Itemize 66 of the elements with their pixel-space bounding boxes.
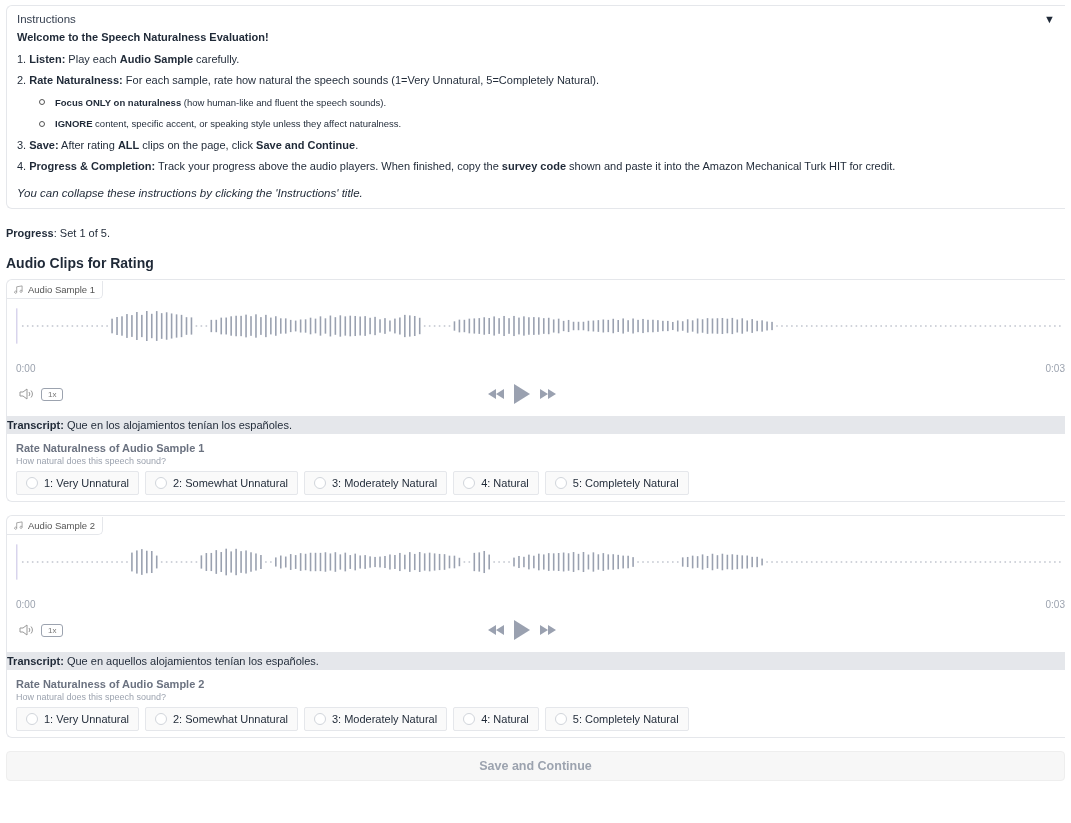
- option-label: 2: Somewhat Unnatural: [173, 477, 288, 489]
- time-start: 0:00: [16, 599, 36, 610]
- radio-button[interactable]: [554, 713, 567, 725]
- fast-forward-icon[interactable]: [540, 389, 557, 399]
- option-label: 5: Completely Natural: [572, 477, 679, 489]
- rating-option[interactable]: 4: Natural: [453, 471, 539, 495]
- radio-button[interactable]: [155, 713, 167, 725]
- fast-forward-icon[interactable]: [540, 625, 557, 635]
- radio-button[interactable]: [463, 477, 476, 489]
- rating-option[interactable]: 3: Moderately Natural: [303, 471, 448, 495]
- playback-speed-button[interactable]: 1x: [41, 623, 64, 637]
- radio-button[interactable]: [313, 477, 326, 489]
- instructions-title[interactable]: Instructions: [17, 13, 76, 25]
- rating-option[interactable]: 2: Somewhat Unnatural: [145, 471, 298, 495]
- bullet-item: IGNORE content, specific accent, or speaking style unless they affect naturalness.: [17, 117, 1055, 130]
- option-label: 2: Somewhat Unnatural: [173, 713, 288, 725]
- rating-option[interactable]: 1: Very Unnatural: [16, 707, 139, 731]
- option-label: 1: Very Unnatural: [44, 477, 129, 489]
- sample-label-text: Audio Sample 2: [28, 520, 96, 531]
- option-label: 3: Moderately Natural: [331, 477, 438, 489]
- play-icon[interactable]: [514, 384, 531, 404]
- music-note-icon: [14, 285, 23, 294]
- sample-label-text: Audio Sample 1: [28, 284, 96, 295]
- rating-option[interactable]: 1: Very Unnatural: [16, 471, 139, 495]
- option-label: 3: Moderately Natural: [331, 713, 438, 725]
- play-icon[interactable]: [514, 620, 531, 640]
- music-note-icon: [14, 521, 23, 530]
- radio-button[interactable]: [26, 477, 38, 489]
- rating-option[interactable]: 3: Moderately Natural: [303, 707, 448, 731]
- rating-hint: How natural does this speech sound?: [16, 692, 168, 702]
- rating-option[interactable]: 5: Completely Natural: [544, 707, 689, 731]
- rating-option[interactable]: 5: Completely Natural: [544, 471, 689, 495]
- volume-icon[interactable]: [19, 388, 35, 400]
- instruction-step: 1. Listen: Play each Audio Sample carefully.: [17, 52, 1055, 66]
- instruction-step: 4. Progress & Completion: Track your progress above the audio players. When finished, copy the survey code shown and paste it into the Amazon Mechanical Turk HIT for credit.: [17, 160, 1055, 173]
- radio-button[interactable]: [313, 713, 326, 725]
- transcript-bar: Transcript: Que en aquellos alojamientos tenían los españoles.: [7, 652, 1065, 670]
- option-label: 1: Very Unnatural: [44, 713, 129, 725]
- playback-speed-button[interactable]: 1x: [41, 387, 64, 401]
- rating-option[interactable]: 2: Somewhat Unnatural: [145, 707, 298, 731]
- time-start: 0:00: [16, 363, 36, 374]
- rating-option[interactable]: 4: Natural: [453, 707, 539, 731]
- radio-button[interactable]: [155, 477, 167, 489]
- radio-button[interactable]: [463, 713, 476, 725]
- collapse-toggle[interactable]: ▼: [1044, 13, 1055, 25]
- instruction-step: 3. Save: After rating ALL clips on the page, click Save and Continue.: [17, 138, 1055, 152]
- rewind-icon[interactable]: [488, 389, 505, 399]
- time-end: 0:03: [1045, 599, 1065, 610]
- option-label: 4: Natural: [481, 477, 529, 489]
- volume-icon[interactable]: [19, 624, 35, 636]
- option-label: 5: Completely Natural: [572, 713, 679, 725]
- collapse-note: You can collapse these instructions by clicking the 'Instructions' title.: [17, 187, 364, 200]
- option-label: 4: Natural: [481, 713, 529, 725]
- rating-title: Rate Naturalness of Audio Sample 1: [16, 442, 206, 454]
- radio-button[interactable]: [554, 477, 567, 489]
- welcome-heading: Welcome to the Speech Naturalness Evaluation!: [17, 31, 270, 44]
- bullet-item: Focus ONLY on naturalness (how human-like and fluent the speech sounds).: [17, 95, 1055, 109]
- section-title: Audio Clips for Rating: [6, 255, 155, 271]
- rating-hint: How natural does this speech sound?: [16, 456, 168, 466]
- transcript-bar: Transcript: Que en los alojamientos tenían los españoles.: [7, 416, 1065, 434]
- radio-button[interactable]: [26, 713, 38, 725]
- instruction-step: 2. Rate Naturalness: For each sample, rate how natural the speech sounds (1=Very Unnatural, 5=Completely Natural).: [17, 74, 1055, 87]
- progress-text: Progress: Set 1 of 5.: [6, 227, 111, 239]
- time-end: 0:03: [1045, 363, 1065, 374]
- rating-title: Rate Naturalness of Audio Sample 2: [16, 678, 206, 690]
- rewind-icon[interactable]: [488, 625, 505, 635]
